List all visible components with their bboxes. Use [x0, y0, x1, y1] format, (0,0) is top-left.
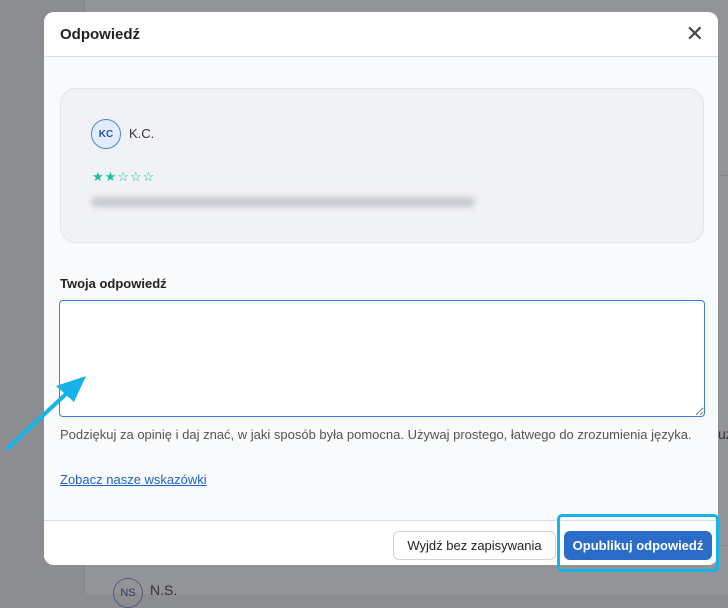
reviewer-name: N.S. — [150, 582, 178, 598]
review-card: KC K.C. ★★☆☆☆ — [60, 88, 704, 243]
reply-label: Twoja odpowiedź — [60, 276, 167, 291]
dialog-header: Odpowiedź ✕ — [44, 12, 718, 57]
avatar: KC — [91, 119, 121, 149]
avatar: NS — [113, 578, 143, 608]
star-filled-icon: ★ — [104, 169, 118, 184]
star-rating: ★★☆☆☆ — [92, 169, 155, 185]
help-text: Podziękuj za opinię i daj znać, w jaki s… — [60, 427, 692, 442]
guidelines-link[interactable]: Zobacz nasze wskazówki — [60, 472, 207, 487]
dialog-title: Odpowiedź — [60, 25, 140, 43]
review-author: K.C. — [129, 126, 155, 141]
star-empty-icon: ☆ — [129, 169, 143, 184]
blurred-review-text — [91, 197, 475, 207]
star-empty-icon: ☆ — [142, 169, 156, 184]
annotation-arrow-icon — [6, 376, 86, 450]
cancel-button[interactable]: Wyjdź bez zapisywania — [393, 531, 556, 560]
clipped-text: uż — [718, 426, 728, 442]
close-icon[interactable]: ✕ — [686, 23, 704, 45]
highlight-box — [557, 514, 719, 572]
star-empty-icon: ☆ — [117, 169, 130, 184]
reply-dialog: Odpowiedź ✕ KC K.C. ★★☆☆☆ Twoja odpowied… — [44, 12, 718, 565]
star-filled-icon: ★ — [92, 169, 105, 184]
reply-textarea[interactable] — [59, 300, 705, 417]
